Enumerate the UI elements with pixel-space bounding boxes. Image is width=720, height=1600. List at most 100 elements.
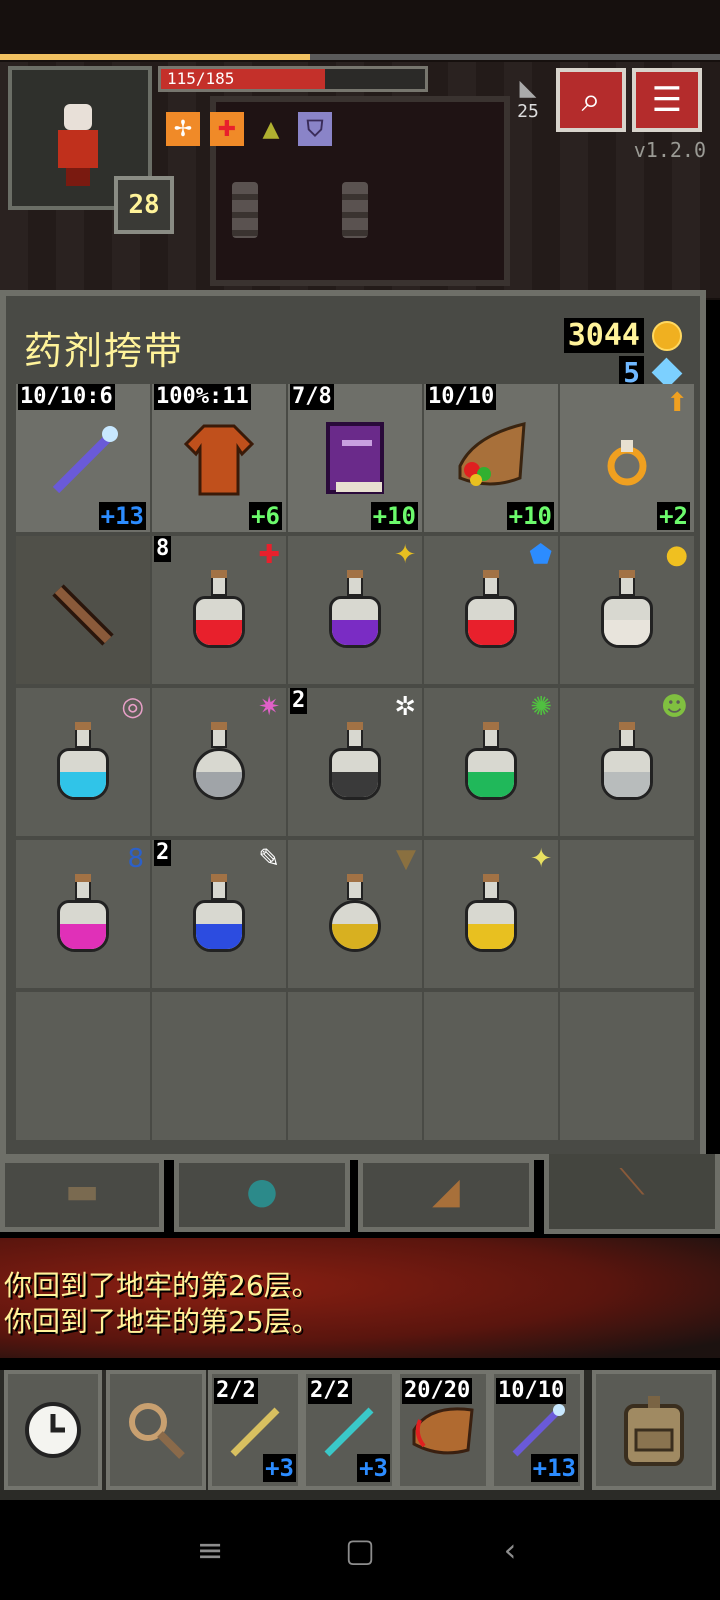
potion-flask-icon — [325, 874, 385, 956]
empty-slot[interactable] — [152, 992, 286, 1140]
magic-wand-icon — [512, 1404, 565, 1457]
depth-indicator[interactable]: ◣ 25 — [508, 76, 548, 130]
empty-slot[interactable] — [560, 840, 694, 988]
slot-upgrade-label: +6 — [249, 502, 282, 530]
hero-sprite — [58, 104, 98, 188]
container-slot[interactable] — [16, 536, 150, 684]
potion-type-icon: ✚ — [258, 540, 280, 570]
potion-type-icon: ▼ — [396, 844, 416, 874]
ring-slot[interactable]: ⬆ +2 — [560, 384, 694, 532]
potion-purity[interactable]: ✷ — [152, 688, 286, 836]
potion-flask-icon — [597, 722, 657, 804]
potion-flask-icon — [189, 722, 249, 804]
potion-type-icon: ☻ — [660, 692, 688, 722]
game-world[interactable]: 28 115/185 ✢ ✚ ▲ ⛉ ◣ 25 ⌕ ☰ v1.2.0 — [0, 0, 720, 300]
empty-slot[interactable] — [424, 992, 558, 1140]
bag-tabs: ▬ ● ◢ ⟍ — [0, 1154, 720, 1238]
potion-liquid-flame[interactable]: ● — [560, 536, 694, 684]
spellbook-slot[interactable]: 7/8 +10 — [288, 384, 422, 532]
potion-shielding[interactable]: ⬟ — [424, 536, 558, 684]
backpack-button[interactable] — [592, 1370, 716, 1490]
slot-charge-label: 10/10:6 — [18, 384, 115, 410]
potion-frost[interactable]: 2 ✲ — [288, 688, 422, 836]
potion-type-icon: ● — [665, 540, 688, 570]
robe-armor-icon — [183, 424, 255, 496]
health-text: 115/185 — [167, 69, 235, 88]
ring-icon — [607, 440, 647, 486]
potion-type-icon: ⬟ — [529, 540, 552, 570]
quickslot-upgrade: +13 — [530, 1454, 578, 1482]
potion-invisibility[interactable]: ✦ — [424, 840, 558, 988]
armor-slot[interactable]: 100%:11 +6 — [152, 384, 286, 532]
potion-bandolier-icon — [52, 584, 114, 646]
potion-healing[interactable]: 8 ✚ — [152, 536, 286, 684]
bell-icon[interactable]: ▲ — [254, 112, 288, 146]
potion-flask-icon — [325, 570, 385, 652]
quickslot-wand-1[interactable]: 2/2 +3 — [208, 1370, 302, 1490]
log-line: 你回到了地牢的第26层。 — [4, 1269, 320, 1302]
magic-wand-icon — [52, 426, 118, 494]
hero-level-badge: 28 — [114, 176, 174, 234]
potion-type-icon: ✦ — [394, 540, 416, 570]
quickslot-horn[interactable]: 20/20 — [396, 1370, 490, 1490]
depth-number: 25 — [517, 101, 539, 122]
empty-slot[interactable] — [16, 992, 150, 1140]
scroll-holder-icon: ◢ — [432, 1171, 460, 1212]
upgrade-arrow-icon: ⬆ — [666, 388, 688, 418]
empty-slot[interactable] — [288, 992, 422, 1140]
potion-haste[interactable]: ✦ — [288, 536, 422, 684]
tab-potion-bandolier[interactable]: ⟍ — [544, 1154, 720, 1234]
slot-charge-label: 100%:11 — [154, 384, 251, 410]
action-toolbar: 2/2 +3 2/2 +3 20/20 10/10 +13 — [0, 1370, 720, 1500]
back-nav-icon[interactable]: ‹ — [488, 1528, 532, 1572]
wand-slot[interactable]: 10/10:6 +13 — [16, 384, 150, 532]
potion-type-icon: ✺ — [530, 692, 552, 722]
buff-list: ✢ ✚ ▲ ⛉ — [166, 112, 332, 146]
potion-mind-vision[interactable]: ◎ — [16, 688, 150, 836]
journal-button[interactable]: ⌕ — [556, 68, 626, 132]
gold-counter: 3044 — [563, 318, 682, 353]
search-button[interactable] — [106, 1370, 206, 1490]
horn-icon — [412, 1407, 474, 1455]
potion-levitation[interactable]: 2 ✎ — [152, 840, 286, 988]
quickslot-upgrade: +3 — [263, 1454, 296, 1482]
wait-button[interactable] — [4, 1370, 102, 1490]
quickslot-wand-3[interactable]: 10/10 +13 — [490, 1370, 584, 1490]
tab-backpack[interactable]: ▬ — [0, 1158, 164, 1232]
log-line: 你回到了地牢的第25层。 — [4, 1305, 320, 1338]
potion-paralytic-gas[interactable]: ☻ — [560, 688, 694, 836]
empty-slot[interactable] — [560, 992, 694, 1140]
potion-experience[interactable]: 8 — [16, 840, 150, 988]
potion-flask-icon — [325, 722, 385, 804]
health-bar: 115/185 — [158, 66, 428, 92]
healing-icon[interactable]: ✚ — [210, 112, 244, 146]
recents-nav-icon[interactable]: ≡ — [188, 1528, 232, 1572]
skull-pillar — [342, 182, 368, 238]
quickslot-wand-2[interactable]: 2/2 +3 — [302, 1370, 396, 1490]
bless-icon[interactable]: ✢ — [166, 112, 200, 146]
potion-toxic-gas[interactable]: ✺ — [424, 688, 558, 836]
shield-icon[interactable]: ⛉ — [298, 112, 332, 146]
magnifier-icon — [129, 1403, 185, 1459]
seed-pouch-icon: ● — [246, 1171, 278, 1212]
potion-strength[interactable]: ▼ — [288, 840, 422, 988]
slot-upgrade-label: +10 — [370, 502, 418, 530]
potion-flask-icon — [461, 722, 521, 804]
inventory-window: 药剂挎带 3044 5 10/10:6 +13 100%:11 +6 7/8 +… — [0, 290, 706, 1160]
menu-button[interactable]: ☰ — [632, 68, 702, 132]
home-nav-icon[interactable]: ▢ — [338, 1528, 382, 1572]
item-quantity: 2 — [154, 840, 172, 866]
tab-scroll-holder[interactable]: ◢ — [358, 1158, 534, 1232]
backpack-icon — [624, 1396, 684, 1466]
horn-of-plenty-slot[interactable]: 10/10 +10 — [424, 384, 558, 532]
stairs-icon: ◣ — [519, 76, 537, 101]
wand-icon — [230, 1407, 280, 1457]
item-quantity: 2 — [290, 688, 308, 714]
potion-type-icon: ✲ — [394, 692, 416, 722]
tab-seed-pouch[interactable]: ● — [174, 1158, 350, 1232]
journal-icon: ⌕ — [581, 80, 601, 120]
potion-flask-icon — [189, 570, 249, 652]
potion-type-icon: ✦ — [530, 844, 552, 874]
spellbook-icon — [326, 422, 384, 494]
game-log: 你回到了地牢的第26层。 你回到了地牢的第25层。 — [0, 1238, 720, 1358]
